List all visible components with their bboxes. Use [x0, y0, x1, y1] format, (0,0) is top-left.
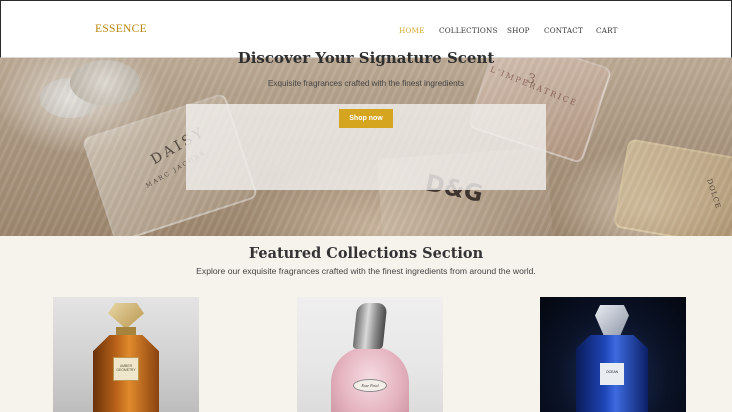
bottle-cap — [108, 303, 144, 329]
bottle-label: AMBER GEOMETRY — [113, 357, 139, 381]
featured-subtitle: Explore our exquisite fragrances crafted… — [196, 266, 536, 276]
bottle-cap — [352, 303, 388, 349]
shop-now-button[interactable]: Shop now — [339, 109, 393, 128]
nav-shop[interactable]: SHOP — [507, 26, 530, 35]
bottle-cap — [595, 305, 629, 335]
nav-contact[interactable]: CONTACT — [544, 26, 583, 35]
nav-cart[interactable]: CART — [596, 26, 618, 35]
bottle-label: Rose Petal — [353, 379, 387, 392]
product-card-pink[interactable]: Rose Petal — [297, 297, 443, 412]
nav-home[interactable]: HOME — [399, 26, 425, 35]
product-card-amber[interactable]: AMBER GEOMETRY — [53, 297, 199, 412]
featured-title: Featured Collections Section — [248, 245, 484, 262]
nav-collections[interactable]: COLLECTIONS — [439, 26, 498, 35]
site-logo[interactable]: ESSENCE — [95, 23, 147, 35]
hero-subtitle: Exquisite fragrances crafted with the fi… — [267, 79, 465, 88]
hero-title: Discover Your Signature Scent — [237, 49, 495, 67]
product-card-blue[interactable]: OCEAN — [540, 297, 686, 412]
bottle-label: OCEAN — [600, 363, 624, 385]
